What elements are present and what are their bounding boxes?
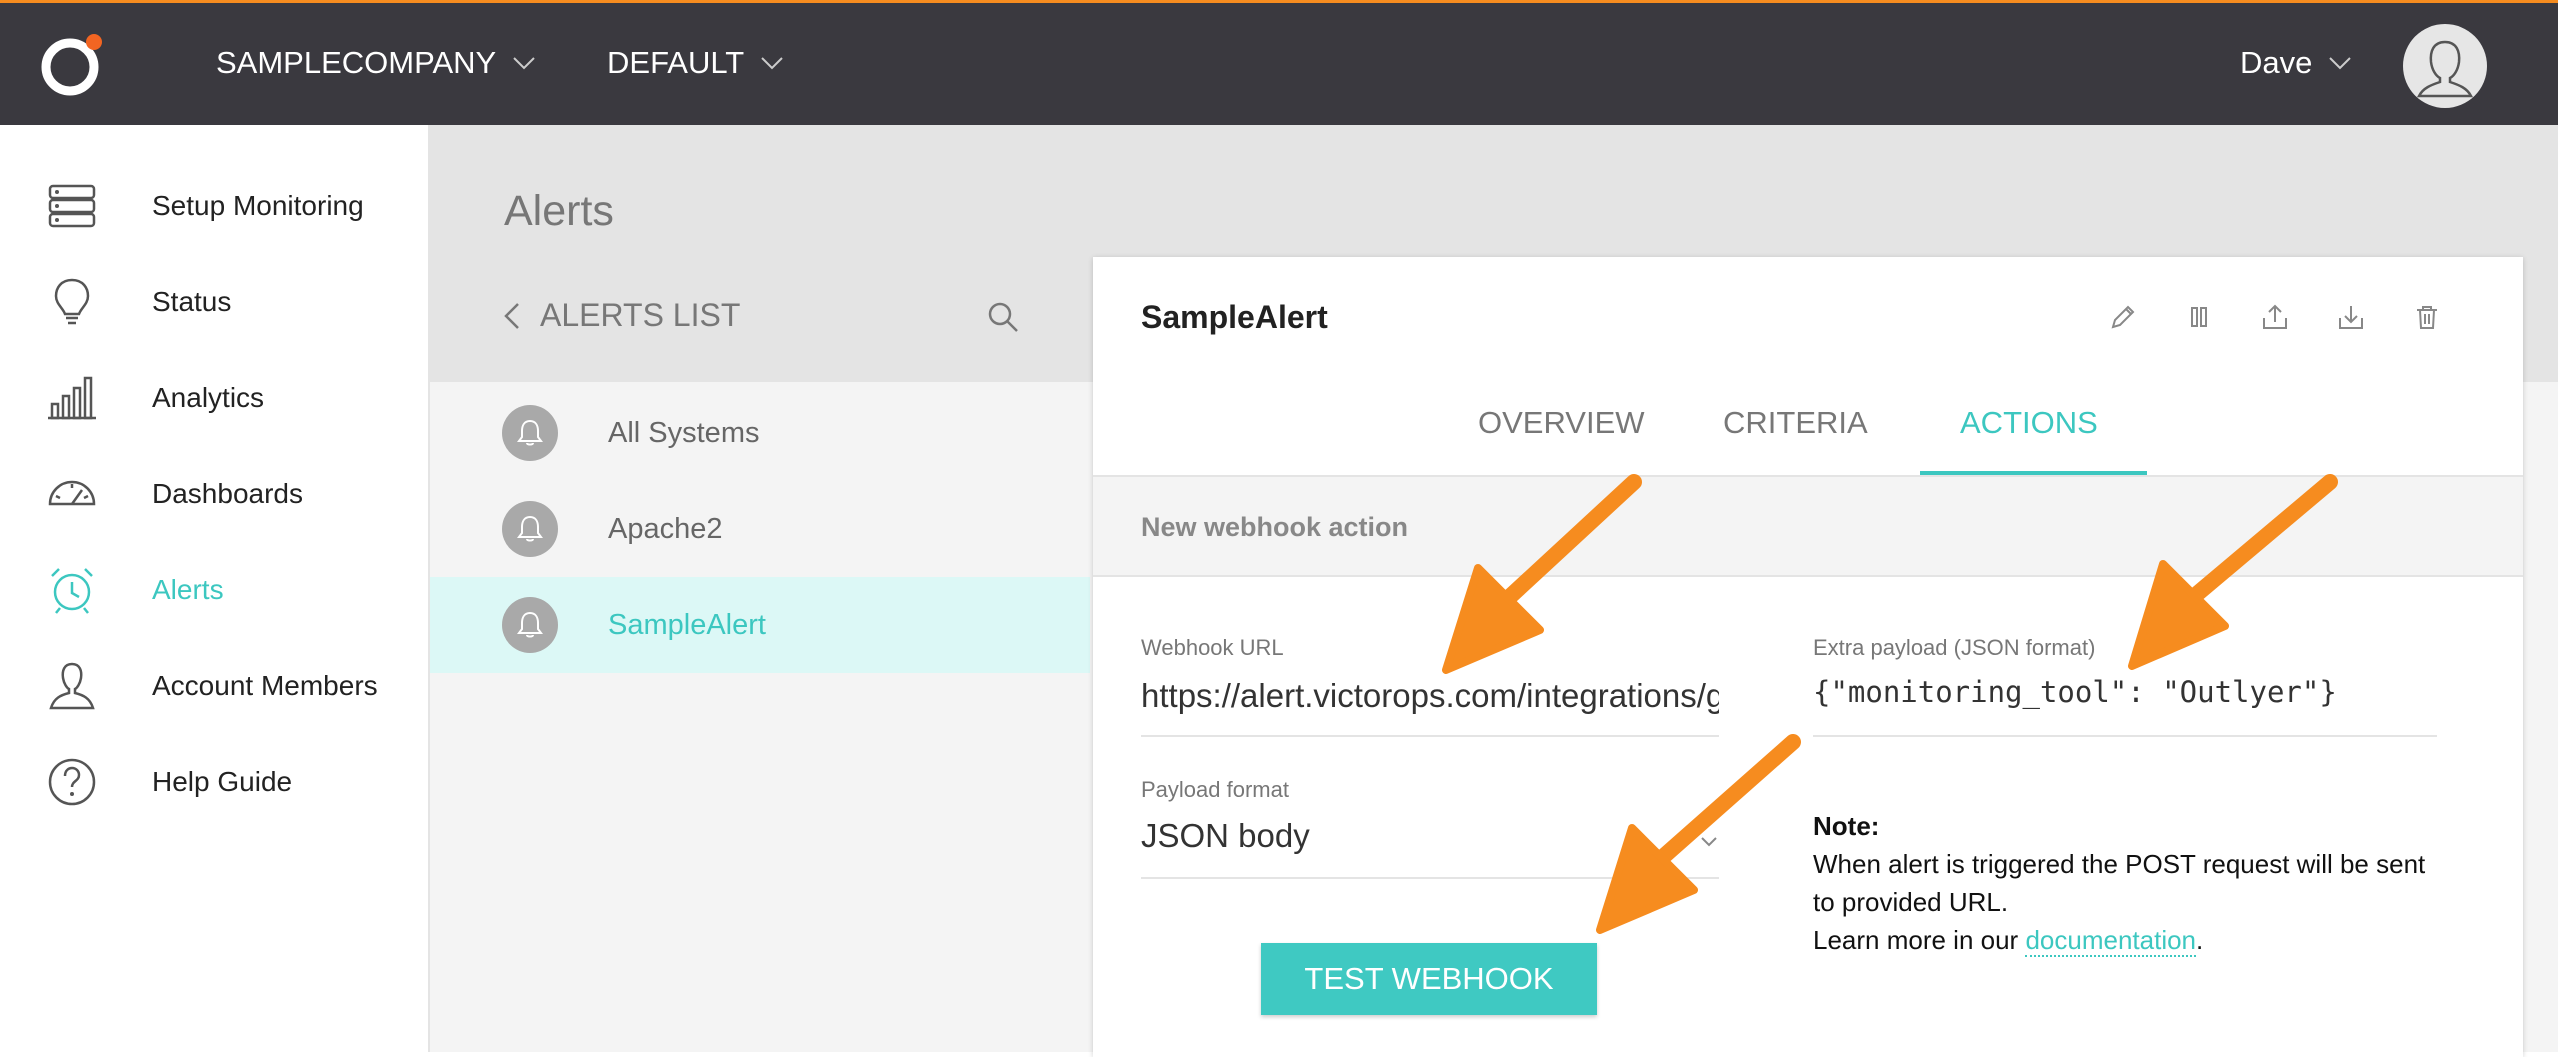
chevron-down-icon — [513, 57, 535, 70]
trash-icon[interactable] — [2407, 297, 2447, 337]
avatar[interactable] — [2403, 24, 2487, 108]
note-more: Learn more in our — [1813, 925, 2026, 955]
list-item-label: All Systems — [608, 416, 760, 449]
tab-criteria[interactable]: CRITERIA — [1723, 405, 1868, 441]
company-selector[interactable]: SAMPLECOMPANY — [216, 45, 536, 81]
payload-field[interactable]: {"monitoring_tool": "Outlyer"} — [1813, 675, 2437, 737]
payload-label: Extra payload (JSON format) — [1813, 635, 2096, 660]
list-item-label: Apache2 — [608, 512, 723, 545]
sidebar-item-label: Analytics — [152, 382, 265, 413]
sidebar-item-help-guide[interactable]: Help Guide — [0, 747, 428, 817]
sidebar: Setup Monitoring Status Analytics Dashbo… — [0, 125, 430, 1052]
chevron-left-icon — [504, 302, 519, 329]
section-title: New webhook action — [1141, 512, 1409, 542]
upload-icon[interactable] — [2255, 297, 2295, 337]
list-item[interactable]: SampleAlert — [430, 577, 1090, 673]
documentation-link[interactable]: documentation — [2025, 925, 2197, 957]
list-item[interactable]: Apache2 — [430, 481, 1090, 577]
list-item[interactable]: All Systems — [430, 385, 1090, 481]
alerts-list: All Systems Apache2 SampleAlert — [430, 382, 1090, 1052]
top-bar: SAMPLECOMPANY DEFAULT Dave — [0, 0, 2558, 125]
user-name: Dave — [2240, 45, 2313, 80]
webhook-url-field[interactable]: https://alert.victorops.com/integrations… — [1141, 677, 1719, 737]
user-avatar-icon — [2416, 40, 2474, 98]
chevron-down-icon — [761, 57, 783, 70]
search-icon[interactable] — [985, 299, 1021, 335]
edit-icon[interactable] — [2103, 297, 2143, 337]
sidebar-item-status[interactable]: Status — [0, 267, 428, 337]
payload-format-select[interactable]: JSON body — [1141, 817, 1719, 879]
sidebar-item-account-members[interactable]: Account Members — [0, 651, 428, 721]
sidebar-item-label: Setup Monitoring — [152, 190, 364, 221]
pause-icon[interactable] — [2179, 297, 2219, 337]
user-menu[interactable]: Dave — [2240, 45, 2352, 81]
sidebar-item-alerts[interactable]: Alerts — [0, 555, 428, 625]
environment-selector[interactable]: DEFAULT — [607, 45, 784, 81]
payload-format-value: JSON body — [1141, 817, 1310, 854]
note-text: When alert is triggered the POST request… — [1813, 849, 2426, 917]
bell-icon — [502, 597, 558, 653]
note-title: Note: — [1813, 811, 1880, 841]
user-icon — [44, 658, 100, 714]
alerts-list-title: ALERTS LIST — [540, 297, 741, 333]
main-content: Alerts ALERTS LIST All Systems Apache2 S… — [430, 125, 2558, 1057]
company-label: SAMPLECOMPANY — [216, 45, 497, 80]
alert-detail-card: SampleAlert OVERVIEW CRITERIA ACTIONS Ne… — [1093, 257, 2523, 1057]
sidebar-item-analytics[interactable]: Analytics — [0, 363, 428, 433]
alerts-list-back[interactable]: ALERTS LIST — [504, 297, 740, 334]
chevron-down-icon — [2329, 57, 2352, 70]
lightbulb-icon — [44, 274, 100, 330]
help-icon — [44, 754, 100, 810]
server-icon — [44, 178, 100, 234]
bell-icon — [502, 501, 558, 557]
tab-bar: OVERVIEW CRITERIA ACTIONS — [1093, 377, 2523, 477]
note-end: . — [2196, 925, 2204, 955]
bell-icon — [502, 405, 558, 461]
sidebar-item-label: Alerts — [152, 574, 224, 605]
section-header: New webhook action — [1093, 477, 2523, 577]
test-webhook-button[interactable]: TEST WEBHOOK — [1261, 943, 1597, 1015]
payload-format-label: Payload format — [1141, 777, 1289, 802]
tab-actions[interactable]: ACTIONS — [1960, 405, 2098, 441]
tab-overview[interactable]: OVERVIEW — [1478, 405, 1645, 441]
environment-label: DEFAULT — [607, 45, 745, 80]
webhook-url-label: Webhook URL — [1141, 635, 1284, 660]
sidebar-item-label: Dashboards — [152, 478, 303, 509]
alarm-clock-icon — [44, 562, 100, 618]
alert-title: SampleAlert — [1141, 299, 1328, 335]
chevron-down-icon — [1701, 837, 1717, 847]
gauge-icon — [44, 466, 100, 522]
page-title: Alerts — [504, 187, 614, 235]
sidebar-item-label: Help Guide — [152, 766, 293, 797]
download-icon[interactable] — [2331, 297, 2371, 337]
bar-chart-icon — [44, 370, 100, 426]
list-item-label: SampleAlert — [608, 608, 766, 641]
active-tab-indicator — [1920, 471, 2147, 475]
webhook-note: Note: When alert is triggered the POST r… — [1813, 807, 2453, 959]
sidebar-item-dashboards[interactable]: Dashboards — [0, 459, 428, 529]
sidebar-item-label: Status — [152, 286, 232, 317]
app-logo[interactable] — [38, 30, 108, 100]
sidebar-item-label: Account Members — [152, 670, 378, 701]
sidebar-item-setup-monitoring[interactable]: Setup Monitoring — [0, 171, 428, 241]
